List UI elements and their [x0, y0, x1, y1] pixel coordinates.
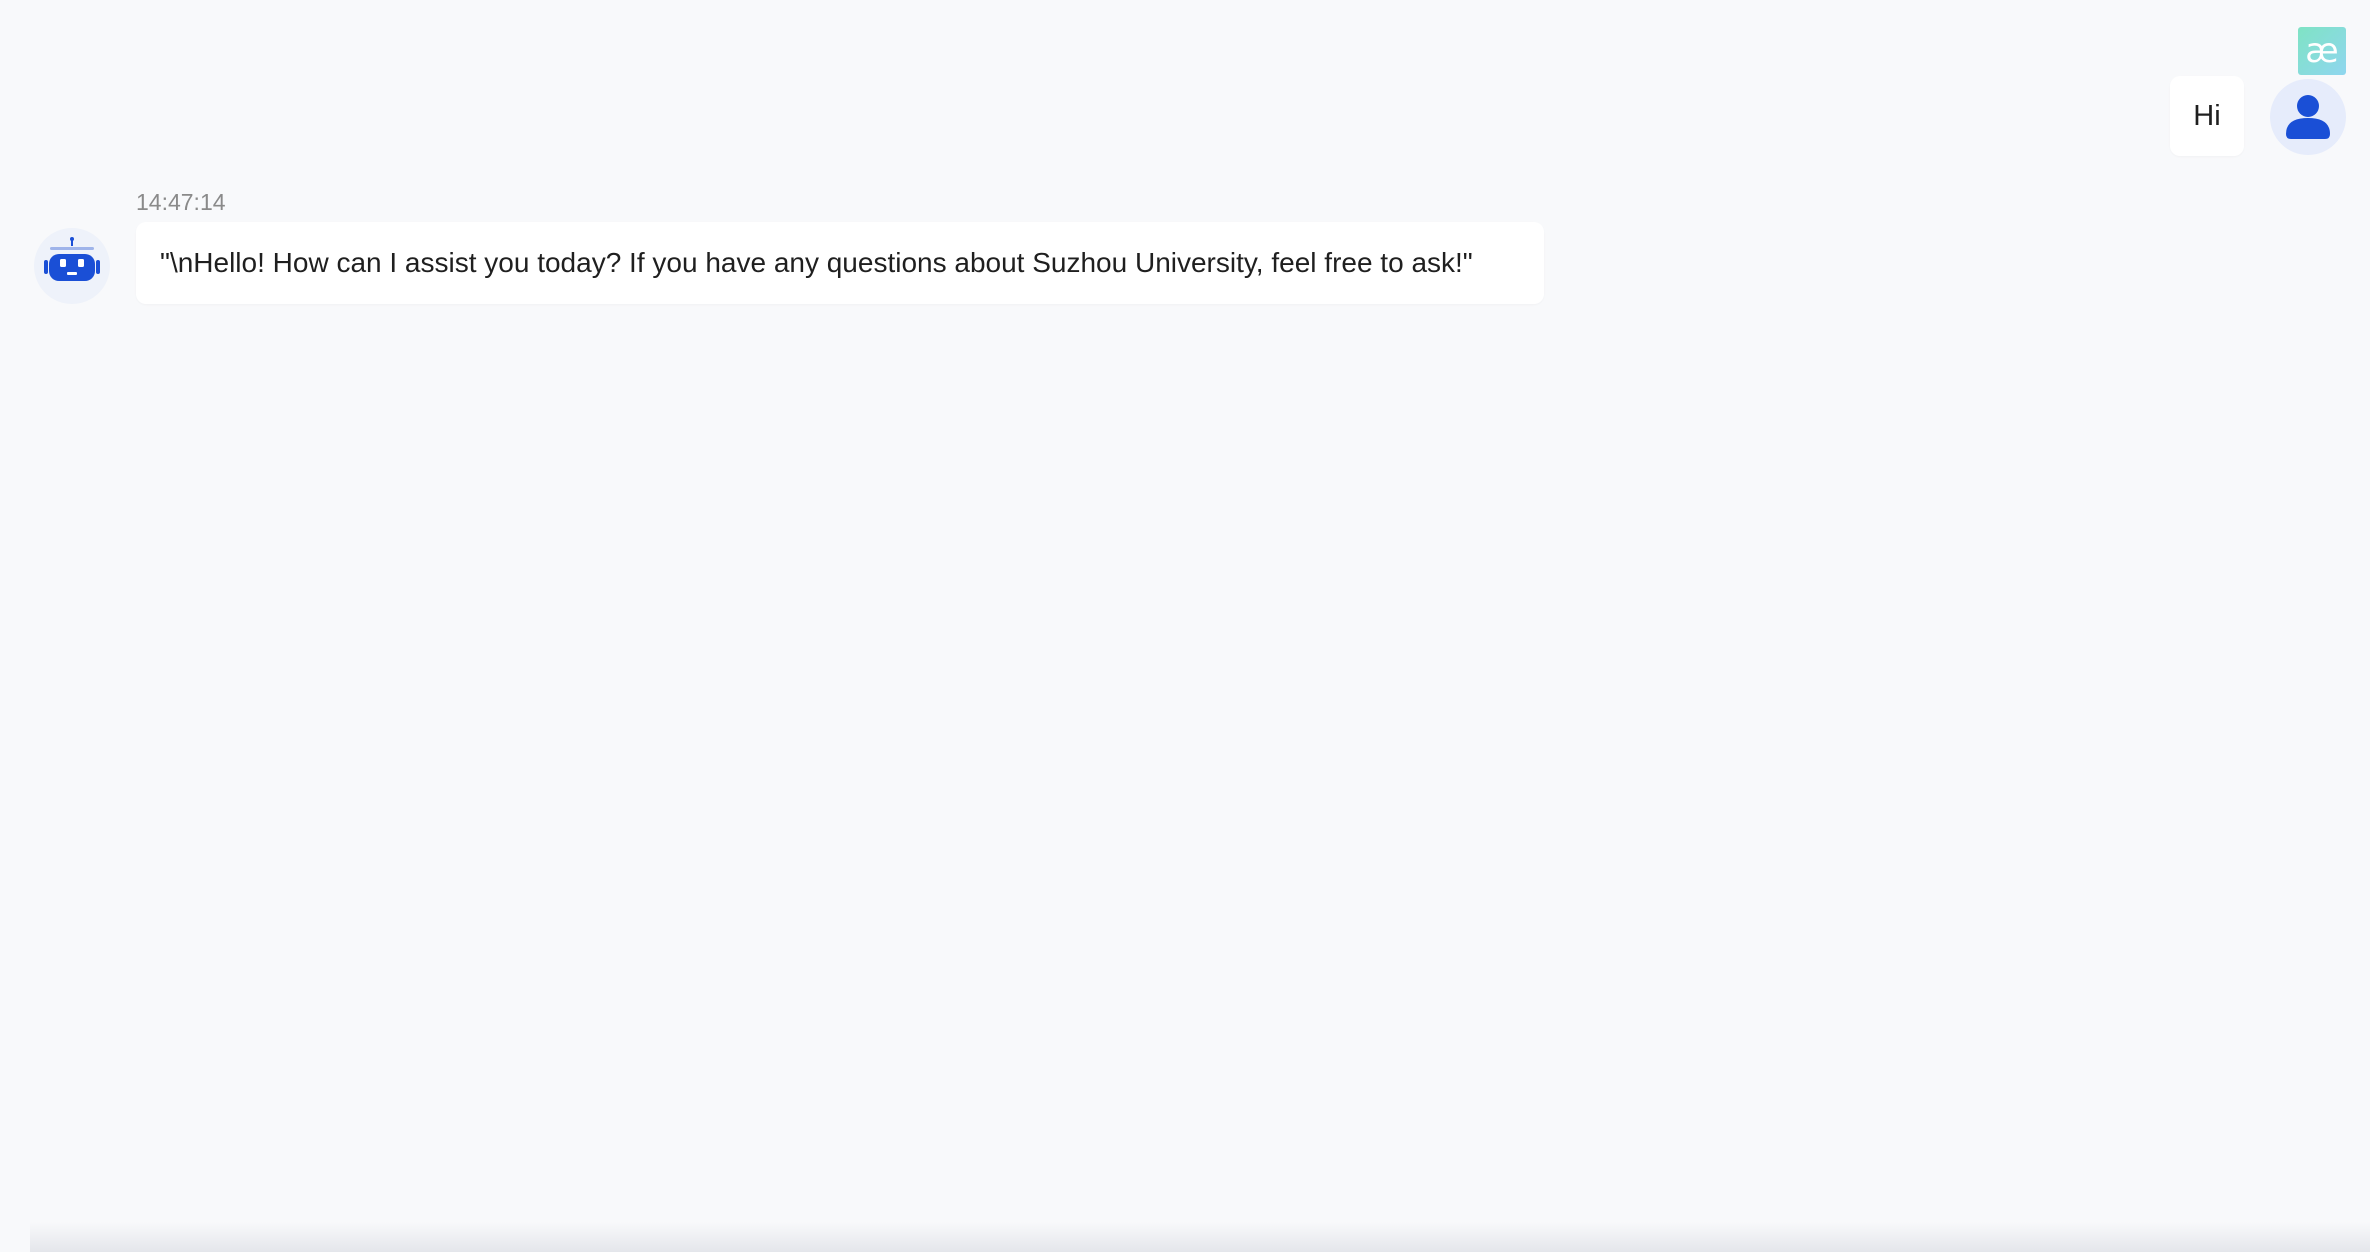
user-message-bubble: Hi — [2170, 76, 2244, 156]
user-icon — [2286, 95, 2330, 139]
extension-badge-icon[interactable]: æ — [2298, 27, 2346, 75]
bot-message-bubble: "\nHello! How can I assist you today? If… — [136, 222, 1544, 304]
bot-avatar — [34, 228, 110, 304]
input-area-edge — [30, 1222, 2370, 1252]
chat-area: æ Hi 14:47:14 "\nHello! How can I assist… — [0, 0, 2370, 1252]
message-timestamp: 14:47:14 — [136, 189, 226, 215]
user-avatar — [2270, 79, 2346, 155]
robot-icon — [44, 237, 100, 281]
